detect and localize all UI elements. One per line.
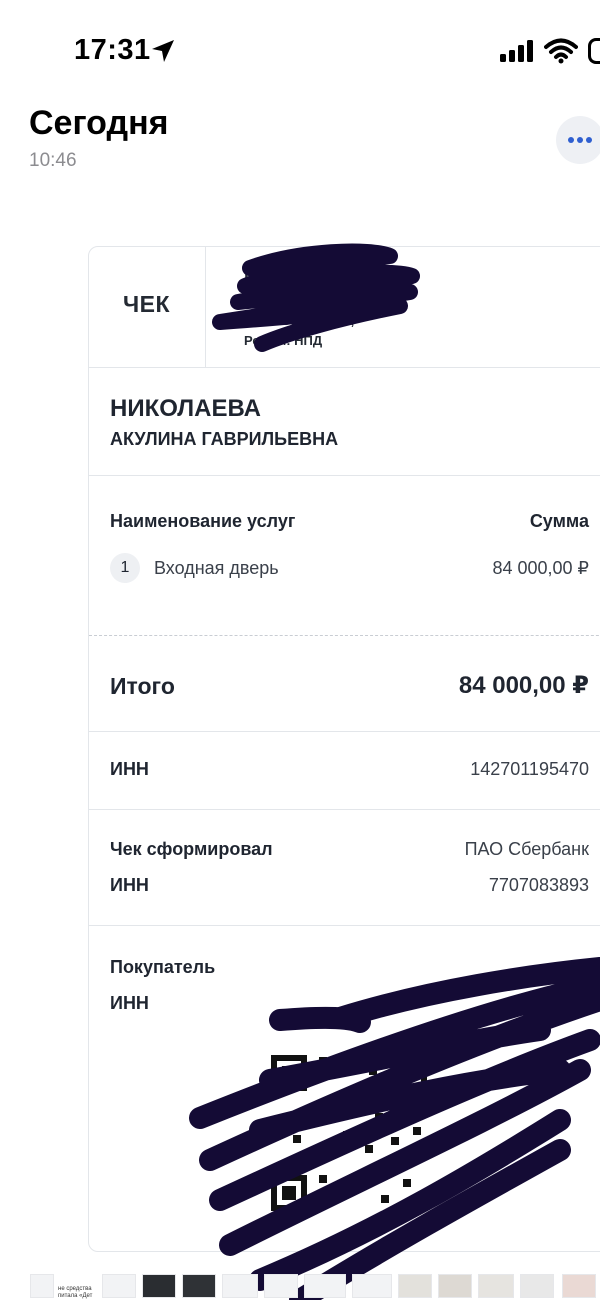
receipt-header: ЧЕК М 06:53 GMT+09:00, Режим: НПД <box>89 247 600 368</box>
thumbnail[interactable] <box>102 1274 136 1298</box>
status-bar: 17:31 <box>0 0 600 100</box>
message-time: 10:46 <box>29 150 77 171</box>
thumbnail[interactable] <box>182 1274 216 1298</box>
seller-block: НИКОЛАЕВА АКУЛИНА ГАВРИЛЬЕВНА <box>89 367 600 476</box>
items-header-name: Наименование услуг <box>110 511 296 531</box>
thumbnail[interactable] <box>398 1274 432 1298</box>
items-header-sum: Сумма <box>529 511 589 531</box>
receipt-card[interactable]: ЧЕК М 06:53 GMT+09:00, Режим: НПД НИКОЛА… <box>88 246 600 1252</box>
item-name: Входная дверь <box>154 558 279 578</box>
seller-first-names: АКУЛИНА ГАВРИЛЬЕВНА <box>110 429 339 449</box>
issuer-inn-label: ИНН <box>110 875 149 895</box>
receipt-label: ЧЕК <box>123 291 171 317</box>
signal-icon <box>500 40 536 67</box>
more-dots-icon <box>568 137 592 143</box>
issuer-block: Чек сформировал ПАО Сбербанк ИНН 7707083… <box>89 809 600 926</box>
thumbnail-caption: не средства питала «Дет <box>58 1286 93 1299</box>
issuer-label: Чек сформировал <box>110 839 273 859</box>
inn-value: 142701195470 <box>470 759 589 779</box>
buyer-label: Покупатель <box>110 957 216 977</box>
battery-icon <box>588 38 600 64</box>
divider <box>205 247 206 367</box>
buyer-block: Покупатель ИНН <box>89 925 600 1251</box>
status-time: 17:31 <box>74 34 151 66</box>
thumbnail[interactable] <box>264 1274 298 1298</box>
receipt-number: М <box>244 267 259 287</box>
receipt-tax-mode: Режим: НПД <box>244 333 323 348</box>
inn-label: ИНН <box>110 759 149 779</box>
thumbnail[interactable] <box>562 1274 596 1298</box>
buyer-inn-label: ИНН <box>110 993 149 1013</box>
item-price: 84 000,00 ₽ <box>492 558 589 578</box>
page-title: Сегодня <box>29 104 169 142</box>
thumbnail[interactable] <box>520 1274 554 1298</box>
thumbnail[interactable] <box>438 1274 472 1298</box>
thumbnail[interactable] <box>478 1274 514 1298</box>
qr-code <box>269 1053 429 1213</box>
thumbnail[interactable] <box>142 1274 176 1298</box>
total-label: Итого <box>110 673 175 699</box>
thumbnail[interactable] <box>222 1274 258 1298</box>
issuer-value: ПАО Сбербанк <box>464 839 589 859</box>
total-row: Итого 84 000,00 ₽ <box>89 635 600 732</box>
items-block: Наименование услуг Сумма 1 Входная дверь… <box>89 475 600 636</box>
wifi-icon <box>544 38 578 69</box>
item-number-badge: 1 <box>110 553 140 583</box>
issuer-inn-value: 7707083893 <box>488 875 589 895</box>
thumbnail[interactable] <box>30 1274 54 1298</box>
seller-inn-row: ИНН 142701195470 <box>89 731 600 810</box>
location-arrow-icon <box>150 38 176 69</box>
more-button[interactable] <box>556 116 600 164</box>
thumbnail[interactable] <box>352 1274 392 1298</box>
receipt-datetime: 06:53 GMT+09:00, <box>244 313 355 328</box>
seller-last-name: НИКОЛАЕВА <box>110 395 261 422</box>
total-value: 84 000,00 ₽ <box>458 672 589 699</box>
thumbnail[interactable] <box>304 1274 346 1298</box>
